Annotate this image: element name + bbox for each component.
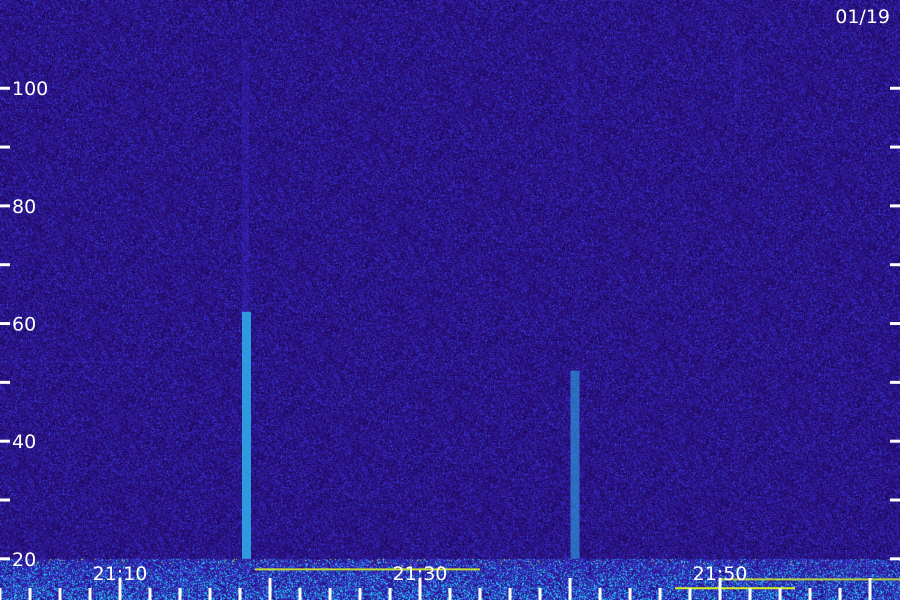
x-tick-label: 21:30	[393, 563, 448, 585]
spectrogram-chart: 100 80 60 40 20 21:10 21:30 21:50 01/19	[0, 0, 900, 600]
y-tick-label: 60	[12, 314, 36, 336]
y-tick-label: 20	[12, 549, 36, 571]
faint-trail-3	[570, 41, 578, 206]
meteor-trail-1	[570, 370, 580, 559]
faint-trail-4	[734, 35, 741, 112]
spectrogram-heatmap	[0, 0, 900, 600]
x-tick-label: 21:10	[93, 563, 148, 585]
y-tick-label: 80	[12, 196, 36, 218]
y-tick-label: 100	[12, 78, 48, 100]
y-tick-label: 40	[12, 431, 36, 453]
date-label: 01/19	[835, 6, 890, 28]
meteor-trail-0	[242, 311, 251, 559]
faint-trail-2	[242, 41, 249, 312]
x-tick-label: 21:50	[693, 563, 748, 585]
